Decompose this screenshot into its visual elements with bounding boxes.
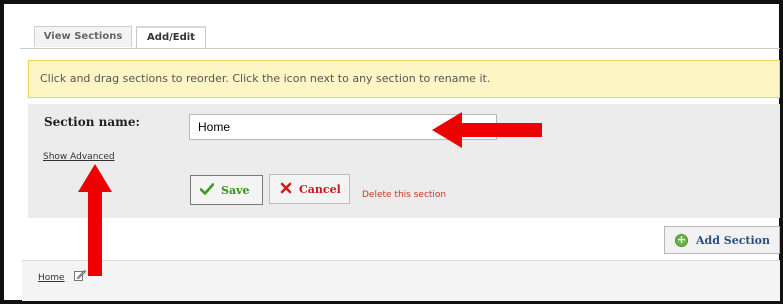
save-button-label: Save (221, 183, 250, 197)
save-button[interactable]: Save (190, 175, 263, 205)
tab-view-sections[interactable]: View Sections (34, 26, 132, 47)
section-item-home[interactable]: Home (38, 273, 65, 283)
plus-circle-icon: + (675, 232, 688, 247)
tab-add-edit[interactable]: Add/Edit (136, 26, 206, 49)
add-section-button[interactable]: + Add Section (664, 226, 780, 254)
section-name-label: Section name: (44, 115, 140, 129)
checkmark-icon (199, 182, 215, 198)
section-edit-panel: Section name: Show Advanced Save Cancel … (28, 104, 780, 218)
cancel-button[interactable]: Cancel (269, 174, 350, 204)
cancel-button-label: Cancel (299, 182, 341, 196)
x-icon (280, 182, 292, 197)
annotation-arrow-up (78, 164, 112, 276)
sections-list: Home (22, 260, 780, 301)
annotation-arrow-left (432, 112, 542, 148)
delete-section-link[interactable]: Delete this section (362, 190, 446, 200)
tab-bar: View Sections Add/Edit (22, 26, 779, 49)
show-advanced-link[interactable]: Show Advanced (43, 152, 115, 162)
info-banner: Click and drag sections to reorder. Clic… (28, 60, 780, 98)
screenshot-frame: View Sections Add/Edit Click and drag se… (0, 0, 783, 304)
add-section-label: Add Section (696, 233, 770, 247)
tab-divider (20, 48, 780, 49)
